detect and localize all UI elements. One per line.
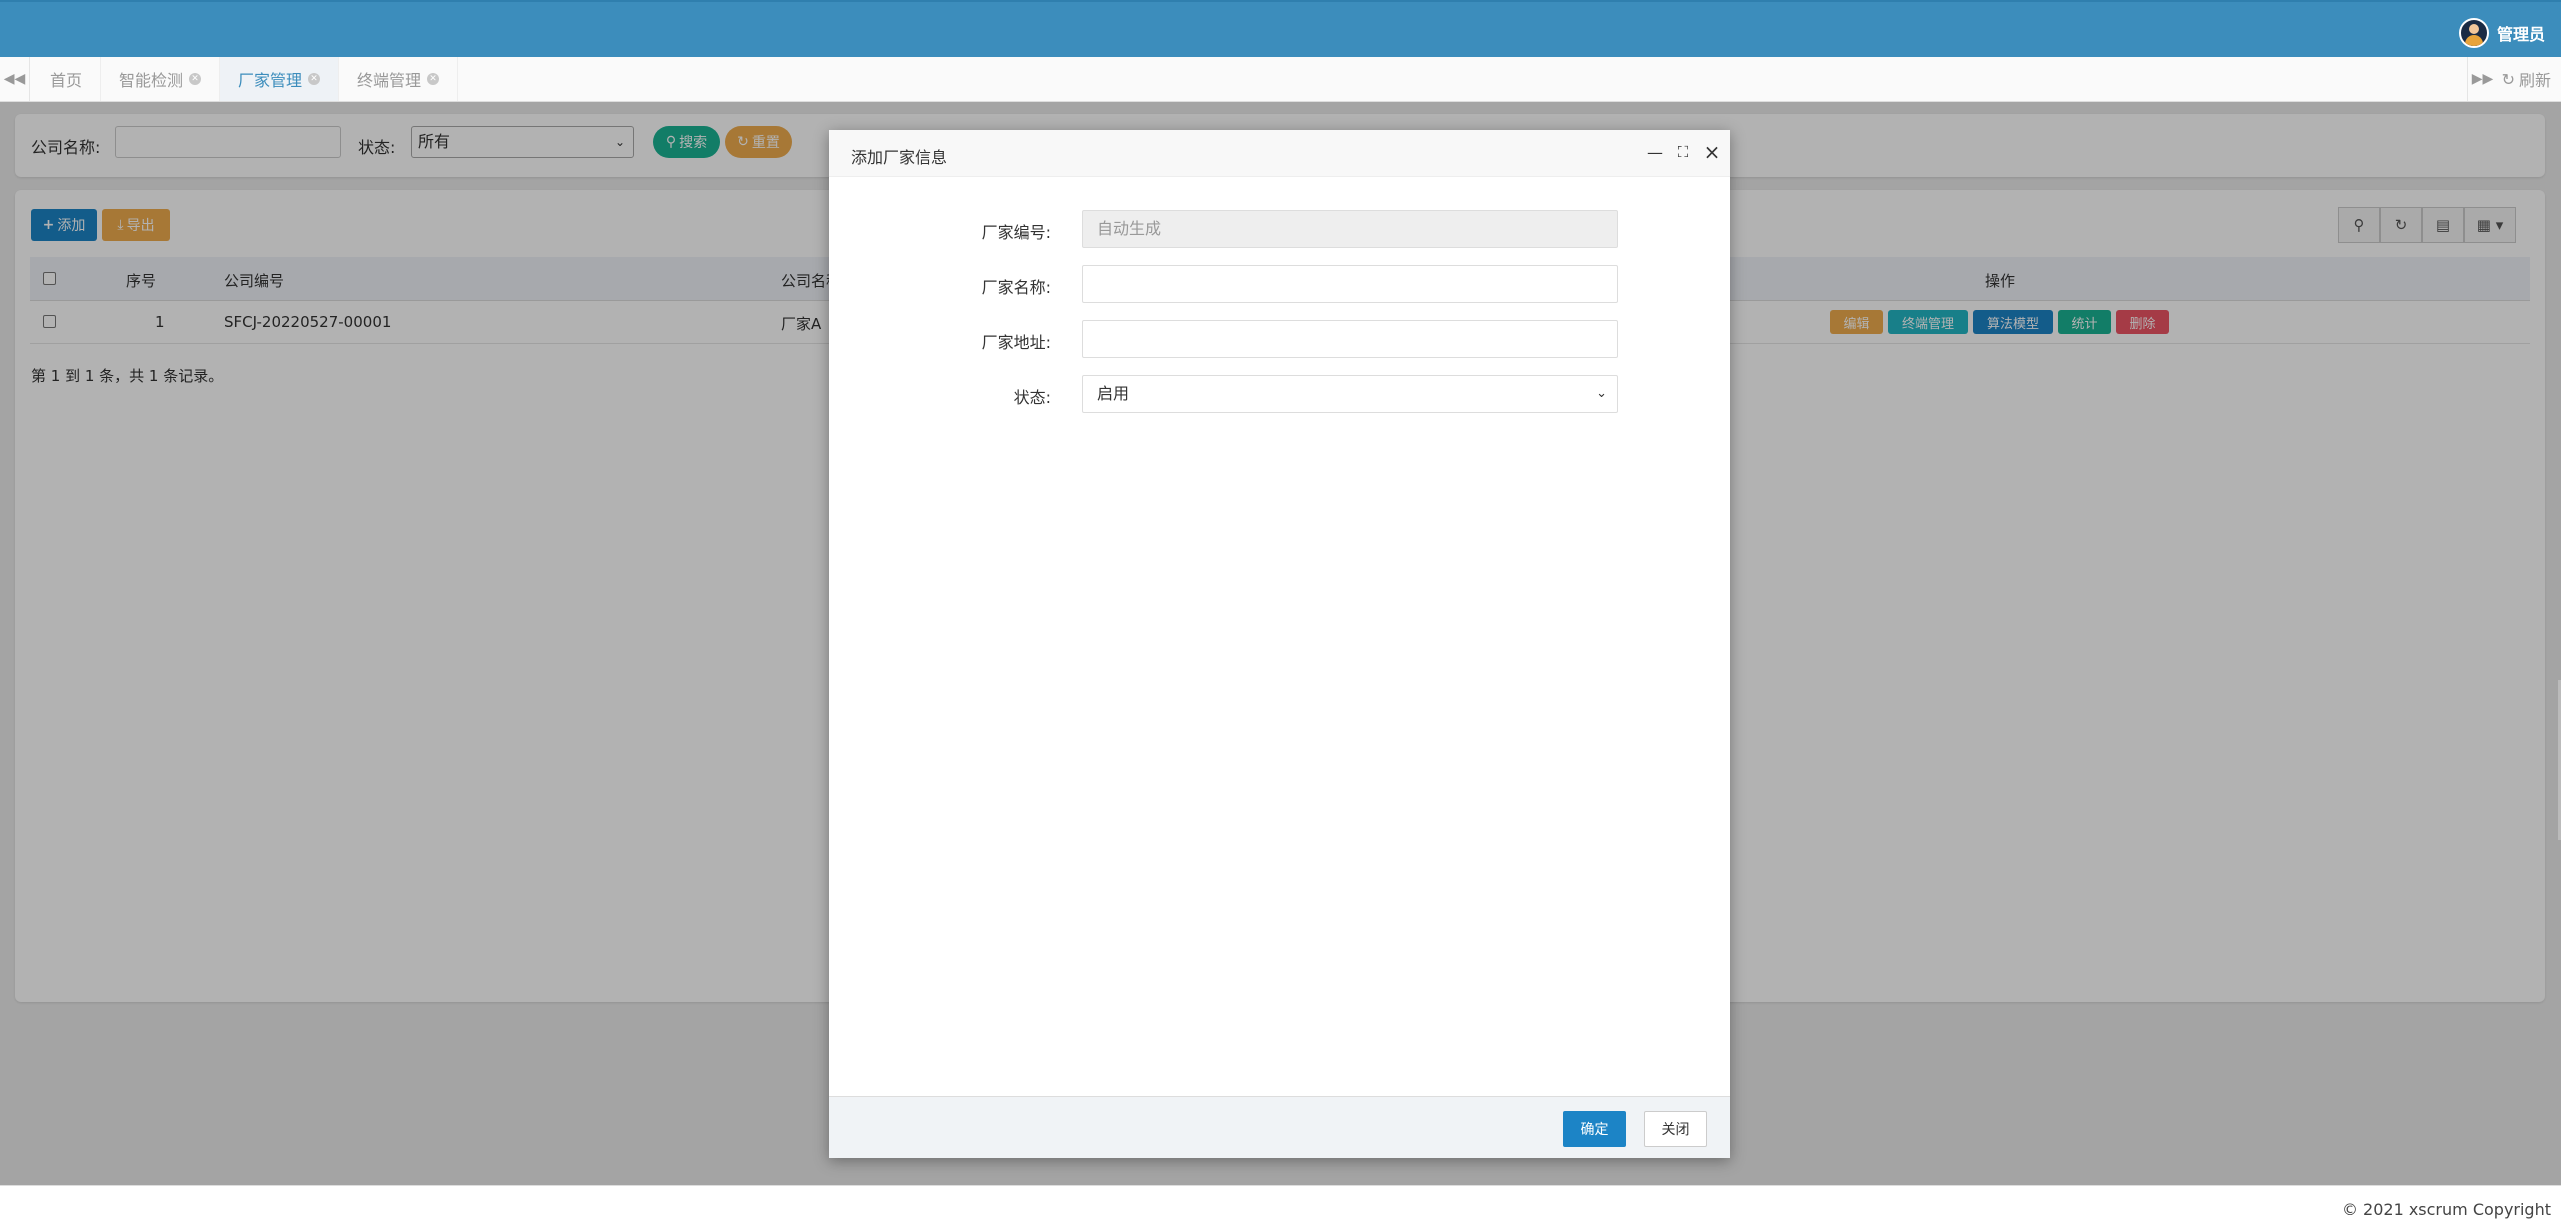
tab-terminal-management[interactable]: 终端管理 ✕ — [339, 57, 459, 101]
dialog-footer: 确定 关闭 — [829, 1096, 1730, 1158]
tabs-scroll-left-backward-icon[interactable]: ◀◀ — [0, 57, 30, 101]
maximize-icon[interactable]: ⛶ — [1673, 142, 1693, 162]
copyright-text: © 2021 xscrum Copyright — [2341, 1200, 2551, 1219]
vendor-address-label: 厂家地址: — [981, 333, 1051, 352]
add-vendor-dialog: 添加厂家信息 — ⛶ × 厂家编号: 自动生成 厂家名称: 厂家地址: 状态: … — [829, 130, 1730, 1158]
refresh-icon: ↻ — [2501, 69, 2515, 89]
close-icon[interactable]: × — [1702, 140, 1722, 164]
footer: © 2021 xscrum Copyright — [0, 1185, 2561, 1226]
tab-close-icon[interactable]: ✕ — [308, 73, 321, 85]
dialog-title: 添加厂家信息 — [851, 148, 948, 167]
refresh-button[interactable]: ↻ 刷新 — [2502, 57, 2551, 101]
user-menu[interactable]: 管理员 — [2458, 18, 2545, 48]
vendor-address-input[interactable] — [1082, 320, 1618, 358]
confirm-button[interactable]: 确定 — [1563, 1111, 1626, 1147]
vendor-name-input[interactable] — [1082, 265, 1618, 303]
tab-vendor-management[interactable]: 厂家管理 ✕ — [220, 57, 340, 101]
vendor-name-label: 厂家名称: — [981, 278, 1051, 297]
status-label: 状态: — [1013, 388, 1051, 407]
tab-close-icon[interactable]: ✕ — [189, 73, 202, 85]
tab-close-icon[interactable]: ✕ — [427, 73, 440, 85]
tab-home[interactable]: 首页 — [32, 57, 102, 101]
close-button[interactable]: 关闭 — [1644, 1111, 1707, 1147]
minimize-icon[interactable]: — — [1645, 142, 1665, 162]
status-select[interactable]: 启用 ⌄ — [1082, 375, 1618, 413]
chevron-down-icon: ⌄ — [1596, 386, 1607, 401]
dialog-header: 添加厂家信息 — ⛶ × — [829, 130, 1730, 177]
vendor-code-input: 自动生成 — [1082, 210, 1618, 248]
tab-smart-detection[interactable]: 智能检测 ✕ — [101, 57, 221, 101]
top-navbar: 管理员 — [0, 0, 2561, 57]
avatar — [2458, 18, 2489, 48]
tabs-scroll-right-forward-icon[interactable]: ▶▶ — [2467, 57, 2497, 101]
tab-bar: ◀◀ 首页 智能检测 ✕ 厂家管理 ✕ 终端管理 ✕ ▶▶ ↻ 刷新 — [0, 57, 2561, 102]
user-name: 管理员 — [2496, 25, 2545, 44]
vendor-code-label: 厂家编号: — [981, 223, 1051, 242]
